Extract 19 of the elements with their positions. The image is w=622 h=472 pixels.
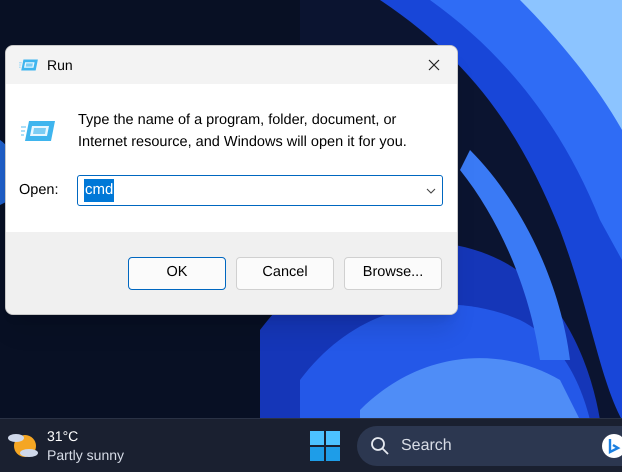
start-icon[interactable]	[310, 430, 340, 460]
temperature-text: 31°C	[47, 426, 80, 446]
dropdown-icon[interactable]	[426, 188, 436, 194]
open-label: Open:	[19, 180, 60, 200]
run-icon	[19, 58, 39, 72]
search-field[interactable]: Search	[357, 426, 622, 466]
chat-bubble-icon[interactable]	[601, 432, 622, 458]
command-text: cmd	[84, 179, 114, 202]
weather-condition-text: Partly sunny	[47, 446, 124, 464]
search-icon	[370, 436, 390, 456]
open-combobox[interactable]: cmd	[77, 175, 443, 206]
instruction-text: Type the name of a program, folder, document, or Internet resource, and Windows will open it for you.	[78, 111, 407, 152]
window-title: Run	[47, 56, 73, 74]
run-icon	[21, 119, 57, 143]
dialog-button[interactable]: Cancel	[236, 256, 334, 290]
search-placeholder: Search	[401, 436, 452, 456]
close-icon	[428, 59, 440, 71]
dialog-button[interactable]: OK	[128, 256, 226, 290]
dialog-button[interactable]: Browse...	[344, 256, 442, 290]
